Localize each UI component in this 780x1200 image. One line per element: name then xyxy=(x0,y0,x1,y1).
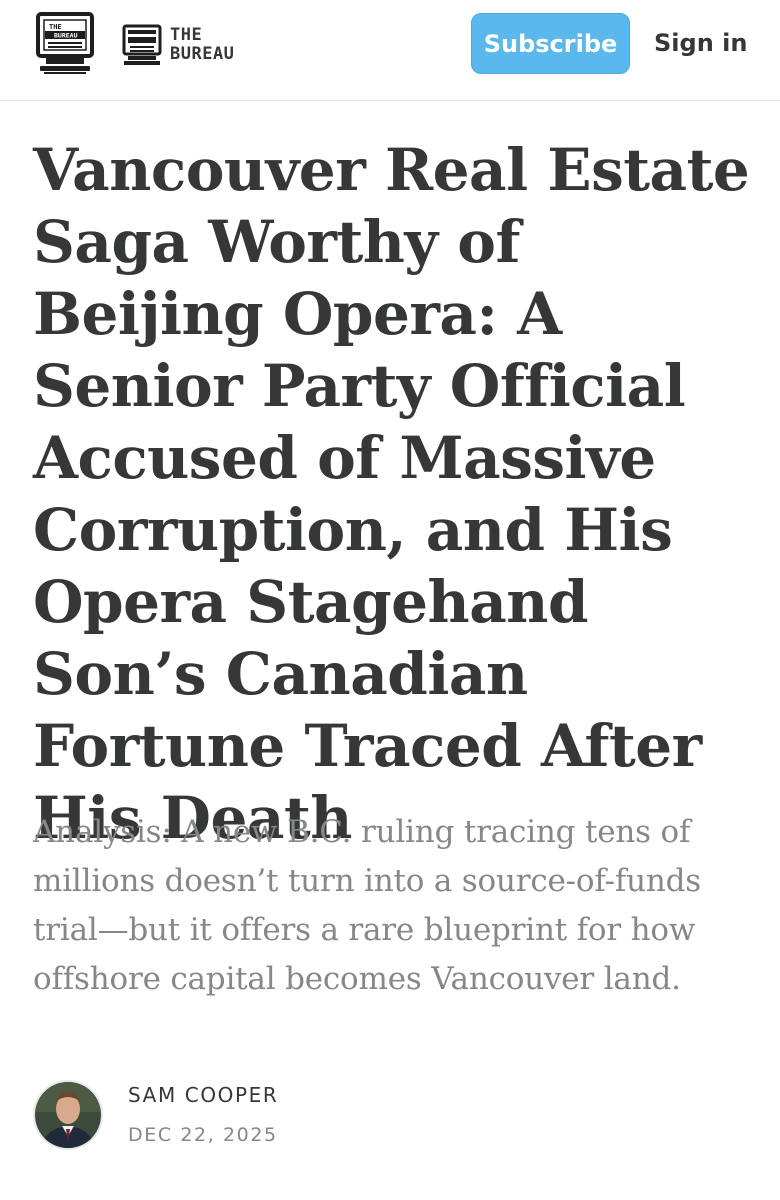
article-title: Vancouver Real Estate Saga Worthy of Bei… xyxy=(33,136,750,852)
author-name[interactable]: SAM COOPER xyxy=(128,1083,278,1107)
site-header: THE BUREAU THE BUREAU Subscribe Sign in xyxy=(0,0,780,101)
subscribe-button[interactable]: Subscribe xyxy=(471,13,630,74)
wordmark-line-1: THE xyxy=(170,25,203,45)
publication-wordmark[interactable]: THE BUREAU xyxy=(122,24,234,66)
svg-text:BUREAU: BUREAU xyxy=(54,32,78,40)
svg-text:THE: THE xyxy=(49,23,62,31)
byline: SAM COOPER DEC 22, 2025 xyxy=(33,1078,278,1152)
sign-in-link[interactable]: Sign in xyxy=(654,27,747,59)
computer-monitor-icon xyxy=(122,24,162,65)
author-photo-icon xyxy=(35,1082,101,1148)
publication-logo[interactable]: THE BUREAU xyxy=(36,12,94,75)
wordmark-text: THE BUREAU xyxy=(170,26,234,64)
wordmark-line-2: BUREAU xyxy=(170,44,235,64)
computer-monitor-icon: THE BUREAU xyxy=(36,12,94,74)
article-subtitle: Analysis: A new B.C. ruling tracing tens… xyxy=(33,814,701,997)
publish-date: DEC 22, 2025 xyxy=(128,1124,278,1146)
author-avatar[interactable] xyxy=(33,1080,103,1150)
byline-meta: SAM COOPER DEC 22, 2025 xyxy=(128,1083,278,1147)
